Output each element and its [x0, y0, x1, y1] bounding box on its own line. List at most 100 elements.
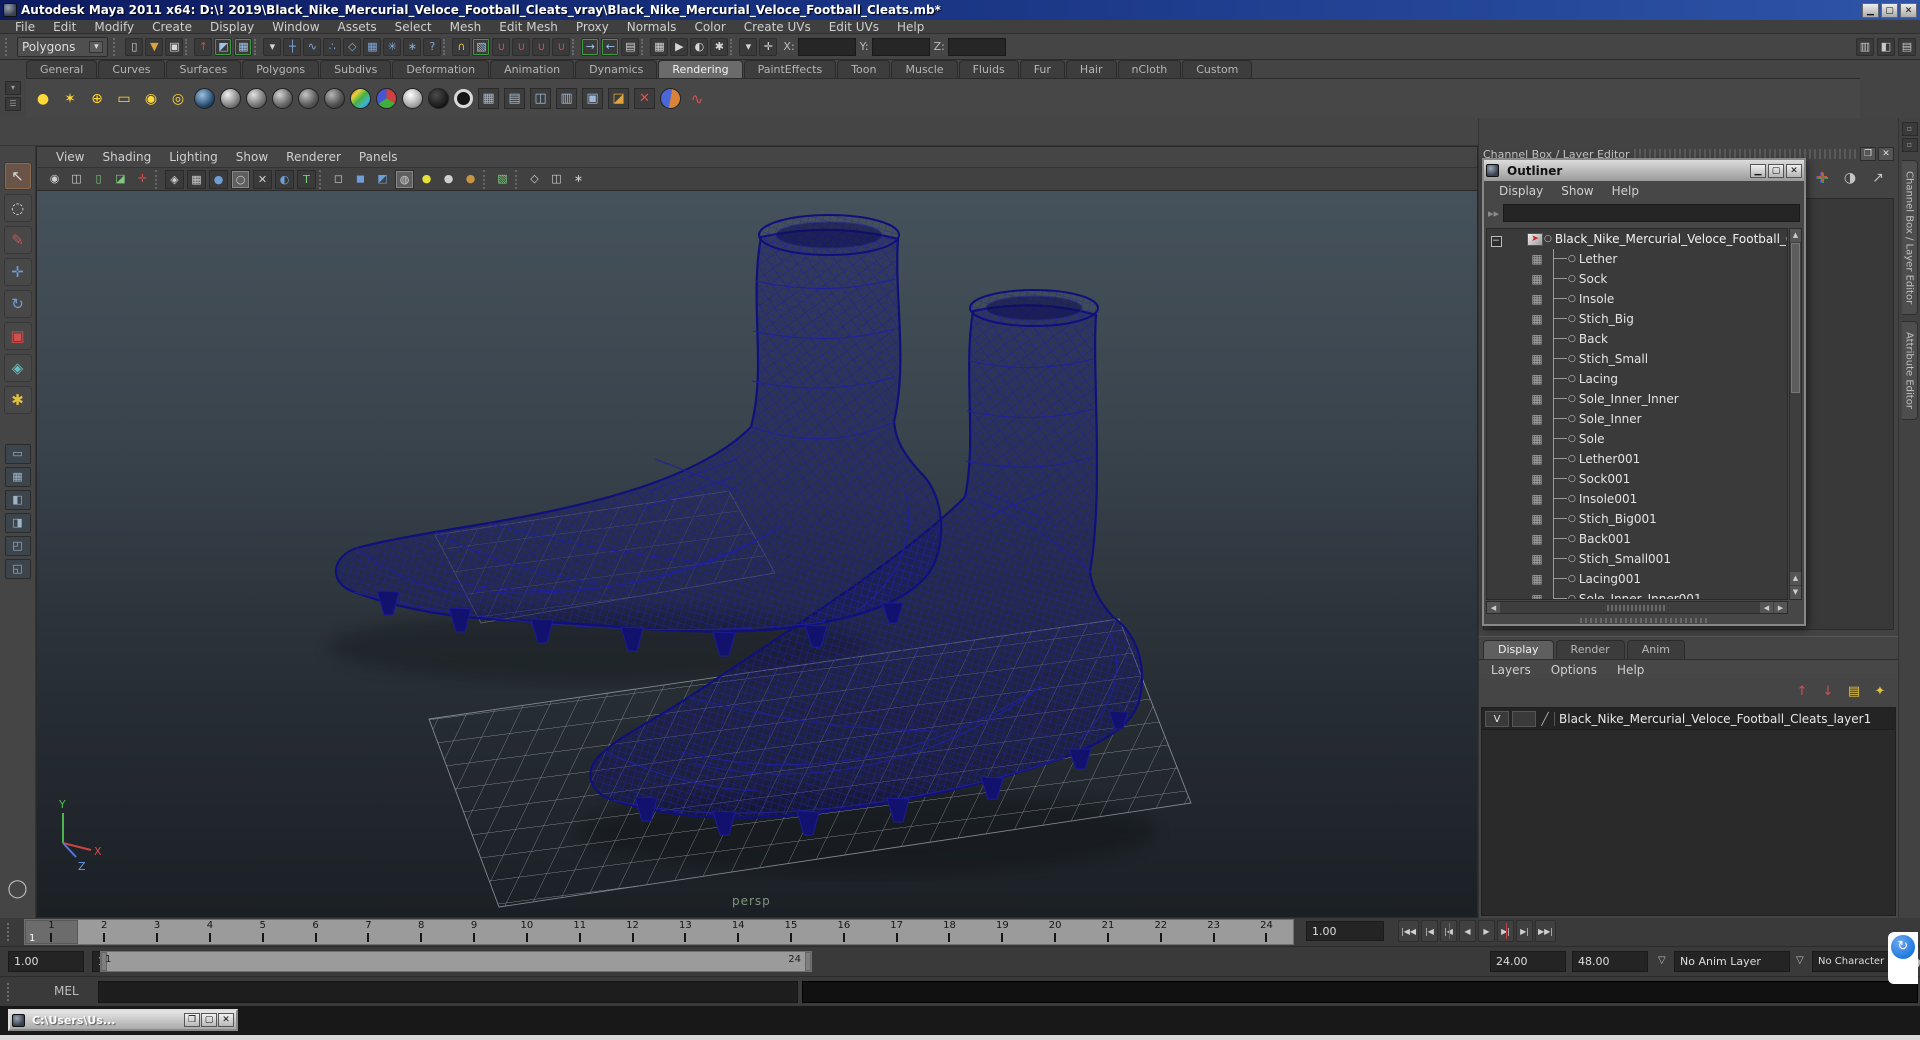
blinn-sphere-icon[interactable] — [246, 88, 267, 109]
universal-manipulator-icon[interactable]: ◈ — [3, 354, 32, 382]
paint-effects-icon[interactable]: ∿ — [686, 88, 708, 110]
render-current-frame-icon[interactable]: ▶ — [670, 37, 689, 56]
outliner-child-row[interactable]: ▦ ○ Insole001 — [1487, 489, 1787, 509]
quick-selection-icon[interactable]: ▾ — [739, 37, 758, 56]
add-layer-from-selected-icon[interactable]: ✦ — [1870, 682, 1890, 702]
highlight-selection-icon[interactable]: ▧ — [472, 37, 491, 56]
ramp-shader-icon[interactable] — [350, 88, 371, 109]
chevron-down-icon[interactable]: ▽ — [1796, 955, 1804, 966]
soft-select-icon[interactable]: ∗ — [403, 37, 422, 56]
persp-outliner-layout-button[interactable]: ◧ — [4, 490, 31, 510]
move-tool-icon[interactable]: ✛ — [3, 258, 32, 286]
close-button[interactable]: ✕ — [1900, 2, 1917, 18]
menu-item[interactable]: Create UVs — [735, 20, 820, 34]
outliner-child-row[interactable]: ▦ ○ Sole_Inner_Inner — [1487, 389, 1787, 409]
hypershade-icon[interactable]: ▤ — [504, 88, 525, 109]
separator-grip[interactable] — [5, 37, 12, 56]
snap-magnet-icon[interactable]: ∪ — [552, 37, 571, 56]
timeline-frame[interactable]: 1515 — [765, 920, 818, 944]
menu-item[interactable]: Edit Mesh — [490, 20, 567, 34]
separator-grip[interactable] — [443, 38, 450, 55]
snap-magnet-icon[interactable]: ∪ — [512, 37, 531, 56]
scroll-up-icon[interactable]: ▲ — [1790, 229, 1801, 242]
node-name[interactable]: Sole_Inner_Inner — [1579, 392, 1679, 406]
window-resize-grip[interactable] — [1580, 618, 1708, 623]
menu-item[interactable]: Display — [201, 20, 263, 34]
scroll-left-icon[interactable]: ◀ — [1760, 602, 1773, 613]
share-nodes-icon[interactable]: ∗ — [569, 170, 588, 189]
timeline-frame[interactable]: 1010 — [500, 920, 553, 944]
restore-button[interactable]: ❐ — [184, 1013, 200, 1027]
outliner-child-row[interactable]: ▦ ○ Lacing — [1487, 369, 1787, 389]
wireframe-boot-front[interactable] — [334, 214, 943, 657]
snap-to-planes-icon[interactable]: ◇ — [343, 37, 362, 56]
coordinate-input[interactable] — [947, 37, 1006, 56]
no-lights-icon[interactable]: ✕ — [253, 169, 272, 189]
select-tool-icon[interactable]: ↖ — [3, 162, 32, 190]
filter-icon[interactable]: ▸▸ — [1488, 207, 1499, 220]
timeline-frame[interactable]: 66 — [289, 920, 342, 944]
current-time-field[interactable]: 1.00 — [1306, 921, 1384, 941]
node-name[interactable]: Stich_Small001 — [1579, 552, 1671, 566]
absolute-transform-icon[interactable]: ✛ — [759, 37, 778, 56]
layer-menu-item[interactable]: Layers — [1483, 663, 1539, 677]
four-pane-layout-button[interactable]: ▦ — [4, 467, 31, 487]
outliner-child-row[interactable]: ▦ ○ Lether — [1487, 249, 1787, 269]
shelf-tab[interactable]: Toon — [837, 60, 891, 78]
timeline-frame[interactable]: 2121 — [1082, 920, 1135, 944]
wire-cube-icon[interactable]: ◻ — [329, 170, 348, 189]
scrollbar-thumb[interactable] — [1791, 243, 1800, 393]
timeline-frame[interactable]: 1414 — [712, 920, 765, 944]
play-backwards-button[interactable]: ◀ — [1459, 920, 1476, 942]
chevron-down-icon[interactable]: ▽ — [1658, 955, 1666, 966]
ambient-light-icon[interactable]: ◎ — [167, 88, 189, 110]
image-plane-icon[interactable]: ◪ — [111, 170, 130, 189]
menu-item[interactable]: Mesh — [441, 20, 491, 34]
viewport-3d-canvas[interactable]: Y X Z persp — [37, 191, 1477, 917]
material-ball-icon[interactable]: ● — [209, 169, 228, 189]
node-name[interactable]: Lacing001 — [1579, 572, 1641, 586]
node-name[interactable]: Lacing — [1579, 372, 1618, 386]
render-settings-icon[interactable]: ✱ — [710, 37, 729, 56]
black-hole-icon[interactable] — [428, 88, 449, 109]
shelf-tab[interactable]: Subdivs — [320, 60, 392, 78]
select-object-icon[interactable]: ◩ — [214, 37, 233, 56]
layer-menu-item[interactable]: Options — [1543, 663, 1605, 677]
minimized-window-titlebar[interactable]: C:\Users\Us... ❐ ▢ ✕ — [8, 1009, 238, 1031]
separator-grip[interactable] — [185, 38, 192, 55]
timeline-frame[interactable]: 33 — [131, 920, 184, 944]
range-slider-bar[interactable]: 1 24 — [100, 951, 812, 972]
layer-editor-tab[interactable]: Render — [1555, 640, 1625, 659]
separator-grip[interactable] — [515, 169, 522, 189]
shelf-menu-icon[interactable]: ☰ — [5, 97, 21, 111]
menu-item[interactable]: Normals — [618, 20, 686, 34]
shelf-tab[interactable]: nCloth — [1117, 60, 1182, 78]
timeline-frame[interactable]: 11 — [25, 920, 78, 944]
node-name[interactable]: Stich_Big001 — [1579, 512, 1657, 526]
dock-icon[interactable]: ▫ — [1901, 122, 1918, 136]
ipr-render-icon[interactable]: ▣ — [582, 88, 603, 109]
render-view-icon[interactable]: ▦ — [650, 37, 669, 56]
shelf-tab[interactable]: Muscle — [891, 60, 958, 78]
layer-visibility-toggle[interactable]: V — [1485, 710, 1509, 727]
layer-editor-tab[interactable]: Display — [1483, 640, 1554, 659]
snap-to-curves-icon[interactable]: ∿ — [303, 37, 322, 56]
node-name[interactable]: Insole001 — [1579, 492, 1637, 506]
layer-playback-toggle[interactable] — [1512, 710, 1536, 727]
separator-grip[interactable] — [572, 38, 579, 55]
menu-item[interactable]: Assets — [329, 20, 386, 34]
float-panel-button[interactable]: ❐ — [1860, 147, 1876, 161]
separator-grip[interactable] — [7, 983, 14, 1001]
node-name[interactable]: Back — [1579, 332, 1608, 346]
node-name[interactable]: Sock001 — [1579, 472, 1630, 486]
new-scene-icon[interactable]: ▯ — [125, 37, 144, 56]
layer-menu-item[interactable]: Help — [1609, 663, 1652, 677]
pointer-arrow-icon[interactable]: ↗ — [1868, 168, 1888, 188]
shelf-tab[interactable]: Polygons — [242, 60, 320, 78]
menu-item[interactable]: File — [6, 20, 44, 34]
outliner-child-row[interactable]: ▦ ○ Stich_Small001 — [1487, 549, 1787, 569]
scale-tool-icon[interactable]: ▣ — [3, 322, 32, 350]
flat-shade-icon[interactable]: ○ — [231, 169, 250, 189]
directional-light-icon[interactable]: ⊕ — [86, 88, 108, 110]
shelf-tab[interactable]: PaintEffects — [743, 60, 837, 78]
